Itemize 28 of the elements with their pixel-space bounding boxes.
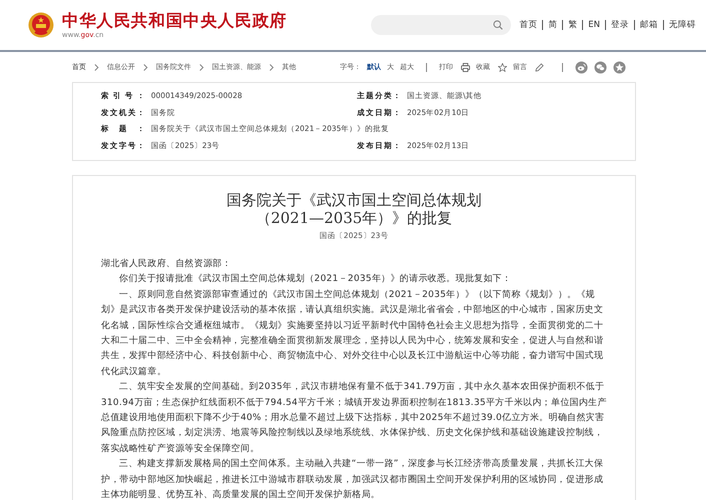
chevron-icon bbox=[269, 64, 274, 70]
wechat-icon[interactable] bbox=[594, 60, 607, 74]
nav-link[interactable]: 简 bbox=[548, 19, 558, 31]
search-field[interactable] bbox=[371, 15, 512, 35]
printer-icon[interactable] bbox=[461, 62, 470, 72]
national-emblem-icon bbox=[28, 12, 54, 38]
paragraph: 三、构建支撑新发展格局的国土空间体系。主动融入共建“一带一路”，深度参与长江经济带高质量发展，共抓长江大保护，带动中部地区加快崛起，推进长江中游城市群联动发展，加强武汉都市圈国土空间开发保护利用的区域协同，促进形成主体功能明显、优势互补、高质量发展的国土空间开发保护新格局。 bbox=[101, 458, 604, 500]
search-icon[interactable] bbox=[493, 20, 504, 30]
chevron-icon bbox=[143, 64, 148, 70]
star-icon[interactable] bbox=[498, 62, 507, 72]
nav-link[interactable]: 无障碍 bbox=[669, 19, 696, 31]
paragraph: 你们关于报请批准《武汉市国土空间总体规划（2021－2035年）》的请示收悉。现批复如下： bbox=[118, 272, 512, 286]
nav-link[interactable]: EN bbox=[588, 20, 600, 30]
nav-link[interactable]: 登录 bbox=[611, 19, 629, 31]
salutation: 湖北省人民政府、自然资源部： bbox=[101, 258, 232, 271]
paragraph: 二、筑牢安全发展的空间基础。到2035年，武汉市耕地保有量不低于341.79万亩，其中永久基本农田保护面积不低于310.94万亩；生态保护红线面积不低于794.54平方千米；城镇开发边界面积控制在1813.35平方千米以内；单位国内生产总值建设用地使用面积下降不少于40%；用水总量不超过上级下达指标，其中2025年不超过39.0亿立方米。明确自然灾害风险重点防控区域，划定洪涝、地震等风险控制线以及绿地系统线、水体保护线、历史文化保护线和基础设施建设控制线，落实战略性矿产资源等安全保障空间。 bbox=[101, 380, 607, 456]
share-icon[interactable] bbox=[613, 60, 626, 74]
document-title: 国务院关于《武汉市国土空间总体规划 bbox=[226, 191, 482, 209]
nav-link[interactable]: 繁 bbox=[568, 19, 578, 31]
chevron-icon bbox=[94, 64, 99, 70]
nav-link[interactable]: 邮箱 bbox=[640, 19, 658, 31]
document-title: （2021—2035年）》的批复 bbox=[254, 209, 454, 227]
site-title[interactable]: 中华人民共和国中央人民政府 bbox=[62, 11, 287, 31]
chevron-icon bbox=[199, 64, 204, 70]
weibo-icon[interactable] bbox=[575, 60, 588, 74]
paragraph: 一、原则同意自然资源部审查通过的《武汉市国土空间总体规划（2021－2035年）》（以下简称《规划》）。《规划》是武汉市各类开发保护建设活动的基本依据，请认真组织实施。武汉是湖北省省会，中部地区的中心城市，国家历史文化名城，国际性综合交通枢纽城市。《规划》实施要坚持以习近平新时代中国特色社会主义思想为指导，全面贯彻党的二十大和二十届二中、三中全会精神，完整准确全面贯彻新发展理念，坚持以人民为中心，统筹发展和安全，促进人与自然和谐共生，发挥中部经济中心、科技创新中心、商贸物流中心、对外交往中心以及长江中游航运中心等功能，奋力谱写中国式现代化武汉篇章。 bbox=[101, 288, 604, 379]
nav-link[interactable]: 首页 bbox=[519, 19, 538, 31]
pencil-icon[interactable] bbox=[535, 62, 544, 72]
